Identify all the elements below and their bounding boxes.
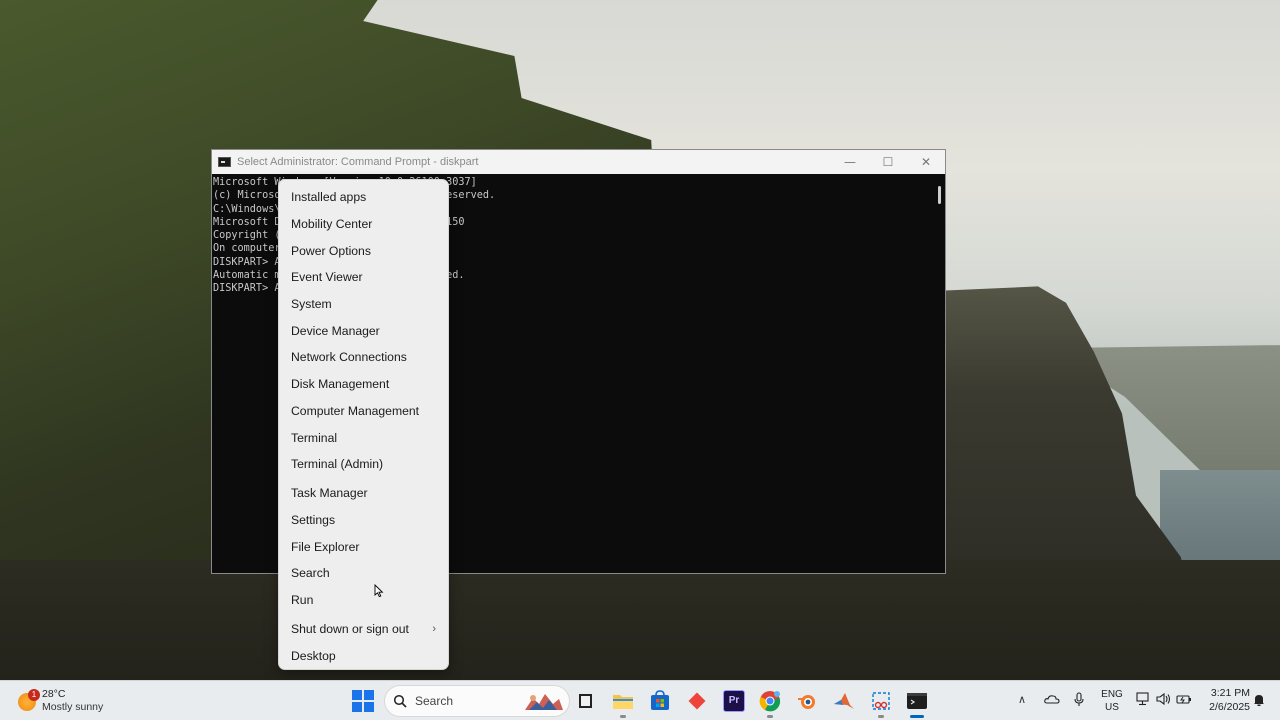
active-app-indicator (910, 715, 924, 718)
task-view-icon[interactable] (576, 690, 598, 712)
chevron-right-icon: › (432, 623, 436, 635)
winx-context-menu: Installed apps Mobility Center Power Opt… (278, 179, 449, 670)
input-language-indicator[interactable]: ENG US (1100, 688, 1124, 714)
menu-item-desktop[interactable]: Desktop (279, 643, 448, 670)
menu-item-settings[interactable]: Settings (279, 507, 448, 534)
onedrive-icon[interactable] (1044, 692, 1060, 706)
windows-logo-pane (352, 702, 362, 712)
close-button[interactable]: ✕ (907, 155, 945, 169)
menu-item-search[interactable]: Search (279, 560, 448, 587)
anydesk-icon[interactable] (686, 690, 708, 712)
search-highlight-icon (525, 694, 563, 710)
window-title: Select Administrator: Command Prompt - d… (237, 156, 479, 168)
clock-time: 3:21 PM (1210, 687, 1250, 699)
blender-icon[interactable] (796, 690, 818, 712)
menu-item-disk-management[interactable]: Disk Management (279, 371, 448, 398)
search-label: Search (415, 694, 454, 708)
show-hidden-icons-button[interactable]: ∧ (1018, 693, 1026, 706)
running-indicator (878, 715, 884, 718)
wallpaper-ground (0, 560, 1280, 680)
menu-item-terminal-admin[interactable]: Terminal (Admin) (279, 451, 448, 478)
microphone-icon[interactable] (1073, 692, 1085, 708)
menu-item-file-explorer[interactable]: File Explorer (279, 533, 448, 560)
maximize-button[interactable]: ☐ (869, 155, 907, 169)
window-titlebar[interactable]: Select Administrator: Command Prompt - d… (212, 150, 945, 174)
system-clock[interactable]: 3:21 PM 2/6/2025 (1196, 687, 1250, 714)
network-icon[interactable] (1136, 692, 1151, 706)
menu-item-installed-apps[interactable]: Installed apps (279, 184, 448, 211)
snipping-tool-icon[interactable] (870, 690, 892, 712)
notification-badge: 1 (28, 689, 40, 701)
command-prompt-icon (218, 157, 231, 167)
menu-item-system[interactable]: System (279, 291, 448, 318)
premiere-pro-icon[interactable]: Pr (723, 690, 745, 712)
taskbar: 1 28°C Mostly sunny Search Pr ∧ ENG US 3… (0, 680, 1280, 720)
mouse-cursor-icon (374, 584, 384, 598)
menu-item-shut-down-or-sign-out[interactable]: Shut down or sign out › (279, 616, 448, 643)
running-indicator (767, 715, 773, 718)
battery-icon[interactable] (1176, 692, 1192, 706)
search-icon (393, 694, 407, 708)
chrome-icon[interactable] (759, 690, 781, 712)
menu-item-mobility-center[interactable]: Mobility Center (279, 211, 448, 238)
menu-item-computer-management[interactable]: Computer Management (279, 398, 448, 425)
language-code: ENG (1101, 689, 1123, 700)
menu-item-network-connections[interactable]: Network Connections (279, 344, 448, 371)
running-indicator (620, 715, 626, 718)
menu-item-device-manager[interactable]: Device Manager (279, 317, 448, 344)
volume-icon[interactable] (1156, 692, 1171, 706)
taskbar-search-box[interactable]: Search (384, 685, 570, 717)
matlab-icon[interactable] (833, 690, 855, 712)
microsoft-store-icon[interactable] (649, 690, 671, 712)
menu-item-power-options[interactable]: Power Options (279, 237, 448, 264)
region-code: US (1105, 702, 1119, 713)
weather-description: Mostly sunny (42, 701, 104, 713)
menu-item-label: Shut down or sign out (291, 622, 409, 637)
weather-temperature: 28°C (42, 688, 66, 700)
windows-logo-pane (364, 690, 374, 700)
menu-item-event-viewer[interactable]: Event Viewer (279, 264, 448, 291)
file-explorer-icon[interactable] (612, 690, 634, 712)
weather-widget[interactable]: 1 28°C Mostly sunny (14, 687, 124, 715)
clock-date: 2/6/2025 (1209, 700, 1250, 713)
menu-item-run[interactable]: Run (279, 587, 448, 614)
menu-item-terminal[interactable]: Terminal (279, 424, 448, 451)
menu-item-task-manager[interactable]: Task Manager (279, 480, 448, 507)
minimize-button[interactable]: — (831, 155, 869, 169)
terminal-icon[interactable] (906, 690, 928, 712)
start-button[interactable] (352, 690, 374, 712)
windows-logo-icon (352, 690, 362, 700)
notification-bell-icon[interactable] (1252, 693, 1266, 707)
console-scrollbar-thumb[interactable] (938, 186, 941, 204)
windows-logo-pane (364, 702, 374, 712)
